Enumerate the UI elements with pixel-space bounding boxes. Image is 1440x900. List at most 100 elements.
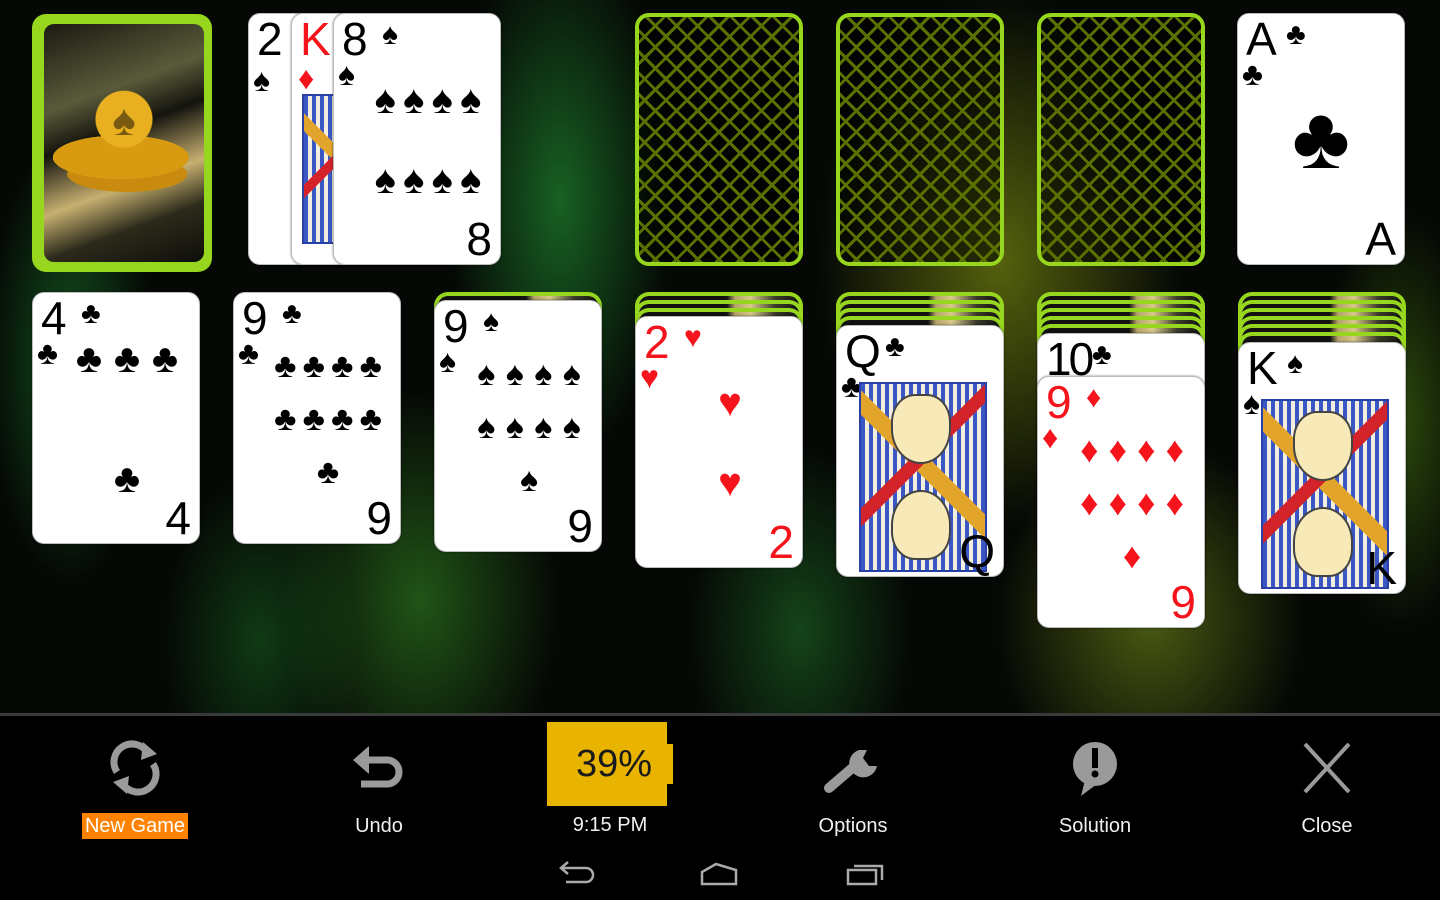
card-rank: 2 xyxy=(257,13,283,65)
queen-head xyxy=(891,394,951,464)
spade-icon: ♠ xyxy=(1243,385,1260,421)
card-rank-bottom: 8 xyxy=(466,213,492,265)
tableau-card[interactable]: 2 ♥ ♥ ♥ ♥ 2 xyxy=(635,316,803,568)
card-rank-bottom: 4 xyxy=(165,492,191,544)
tableau-card[interactable]: 9 ♦ ♦ ♦ ♦ ♦ ♦ ♦ ♦ ♦ ♦ ♦ 9 xyxy=(1037,376,1205,628)
card-rank-bottom: K xyxy=(1366,542,1397,594)
king-head xyxy=(1293,411,1353,481)
new-game-label: New Game xyxy=(81,813,189,839)
stock-pile[interactable]: ♠ xyxy=(32,14,212,272)
undo-button[interactable]: Undo xyxy=(279,716,479,846)
pip-icon: ♣ xyxy=(316,453,346,492)
club-icon: ♣ xyxy=(282,297,302,330)
pip-icon: ♦ xyxy=(1137,481,1162,523)
card-rank-bottom: Q xyxy=(959,525,995,577)
pip-icon: ♣ xyxy=(359,346,388,385)
card-rank-bottom: 9 xyxy=(366,492,392,544)
refresh-icon xyxy=(110,740,160,796)
club-icon: ♣ xyxy=(1092,338,1112,371)
tableau-card[interactable]: Q ♣ ♣ Q xyxy=(836,325,1004,577)
pip-icon: ♦ xyxy=(1122,535,1148,577)
pip-icon: ♦ xyxy=(1165,428,1190,470)
pip-icon: ♦ xyxy=(1165,481,1190,523)
pip-icon: ♣ xyxy=(274,346,303,385)
spade-icon: ♠ xyxy=(338,56,355,92)
pip-icon: ♣ xyxy=(302,399,331,438)
solution-label: Solution xyxy=(1058,815,1132,837)
close-icon xyxy=(1303,742,1351,794)
pip-icon: ♠ xyxy=(562,354,587,393)
undo-icon xyxy=(353,746,403,788)
card-rank-bottom: 2 xyxy=(768,516,794,568)
diamond-icon: ♦ xyxy=(1086,381,1102,414)
spade-chip-icon: ♠ xyxy=(112,96,136,145)
home-nav-icon[interactable] xyxy=(696,856,744,892)
card-rank-bottom: A xyxy=(1365,213,1396,265)
pip-icon: ♦ xyxy=(1080,481,1105,523)
pip-icon: ♥ xyxy=(718,381,748,425)
card-rank-bottom: 9 xyxy=(1170,576,1196,628)
spade-icon: ♠ xyxy=(439,343,456,379)
pip-icon: ♣ xyxy=(113,337,147,381)
pip-icon: ♣ xyxy=(331,346,360,385)
close-label: Close xyxy=(1301,815,1353,837)
card-pips: ♣ ♣ ♣ ♣ xyxy=(73,339,187,499)
pip-icon: ♣ xyxy=(274,399,303,438)
card-pips: ♣ ♣ ♣ ♣ ♣ ♣ ♣ ♣ ♣ xyxy=(274,339,388,499)
spade-icon: ♠ xyxy=(1287,347,1303,380)
waste-top-card[interactable]: 8 ♠ ♠ ♠ ♠ ♠ ♠ ♠ ♠ ♠ ♠ 8 xyxy=(333,13,501,265)
spade-icon: ♠ xyxy=(253,62,270,98)
pip-icon: ♠ xyxy=(477,354,502,393)
pip-icon: ♠ xyxy=(534,354,559,393)
back-nav-icon[interactable] xyxy=(552,856,600,892)
pip-icon: ♣ xyxy=(331,399,360,438)
foundation-slot-4[interactable]: A ♣ ♣ ♣ A xyxy=(1237,13,1405,265)
tableau-card[interactable]: 9 ♣ ♣ ♣ ♣ ♣ ♣ ♣ ♣ ♣ ♣ ♣ 9 xyxy=(233,292,401,544)
pip-icon: ♣ xyxy=(113,457,147,501)
foundation-slot-2[interactable] xyxy=(836,13,1004,266)
close-button[interactable]: Close xyxy=(1227,716,1427,846)
options-label: Options xyxy=(818,815,888,837)
club-icon: ♣ xyxy=(37,335,58,371)
options-button[interactable]: Options xyxy=(753,716,953,846)
club-icon: ♣ xyxy=(885,330,905,363)
battery-percentage: 39% xyxy=(575,743,653,785)
heart-icon: ♥ xyxy=(640,359,659,395)
pip-icon: ♦ xyxy=(1137,428,1162,470)
club-icon: ♣ xyxy=(1286,18,1306,51)
club-icon: ♣ xyxy=(1242,56,1263,92)
pip-icon: ♠ xyxy=(519,461,545,500)
foundation-slot-1[interactable] xyxy=(635,13,803,266)
pip-icon: ♦ xyxy=(1108,428,1133,470)
exclamation-bubble-icon xyxy=(1073,742,1117,796)
solution-button[interactable]: Solution xyxy=(995,716,1195,846)
foundation-slot-3[interactable] xyxy=(1037,13,1205,266)
card-back-art: ♠ xyxy=(44,24,204,262)
pip-icon: ♦ xyxy=(1108,481,1133,523)
pip-icon: ♠ xyxy=(477,407,502,446)
tableau-card[interactable]: K ♠ ♠ K xyxy=(1238,342,1406,594)
spade-icon: ♠ xyxy=(382,18,398,51)
tableau-card[interactable]: 9 ♠ ♠ ♠ ♠ ♠ ♠ ♠ ♠ ♠ ♠ ♠ 9 xyxy=(434,300,602,552)
card-rank-bottom: 9 xyxy=(567,500,593,552)
tableau-card[interactable]: 4 ♣ ♣ ♣ ♣ ♣ ♣ 4 xyxy=(32,292,200,544)
card-pips: ♠ ♠ ♠ ♠ ♠ ♠ ♠ ♠ xyxy=(374,78,488,202)
recent-apps-nav-icon[interactable] xyxy=(842,856,890,892)
clock: 9:15 PM xyxy=(572,814,648,836)
heart-icon: ♥ xyxy=(684,321,702,354)
club-icon: ♣ xyxy=(1292,88,1350,187)
pip-icon: ♥ xyxy=(718,461,748,505)
pip-icon: ♣ xyxy=(302,346,331,385)
wrench-icon xyxy=(824,750,877,793)
card-pips: ♦ ♦ ♦ ♦ ♦ ♦ ♦ ♦ ♦ xyxy=(1078,423,1192,583)
pip-icon: ♣ xyxy=(151,337,185,381)
card-pips: ♥ ♥ xyxy=(676,363,790,523)
pip-icon: ♣ xyxy=(75,337,109,381)
undo-label: Undo xyxy=(355,815,403,837)
diamond-icon: ♦ xyxy=(298,60,315,96)
pip-icon: ♠ xyxy=(505,407,530,446)
king-head xyxy=(1293,507,1353,577)
card-rank: K xyxy=(300,13,331,65)
pip-icon: ♠ xyxy=(505,354,530,393)
new-game-button[interactable]: New Game xyxy=(35,716,235,846)
